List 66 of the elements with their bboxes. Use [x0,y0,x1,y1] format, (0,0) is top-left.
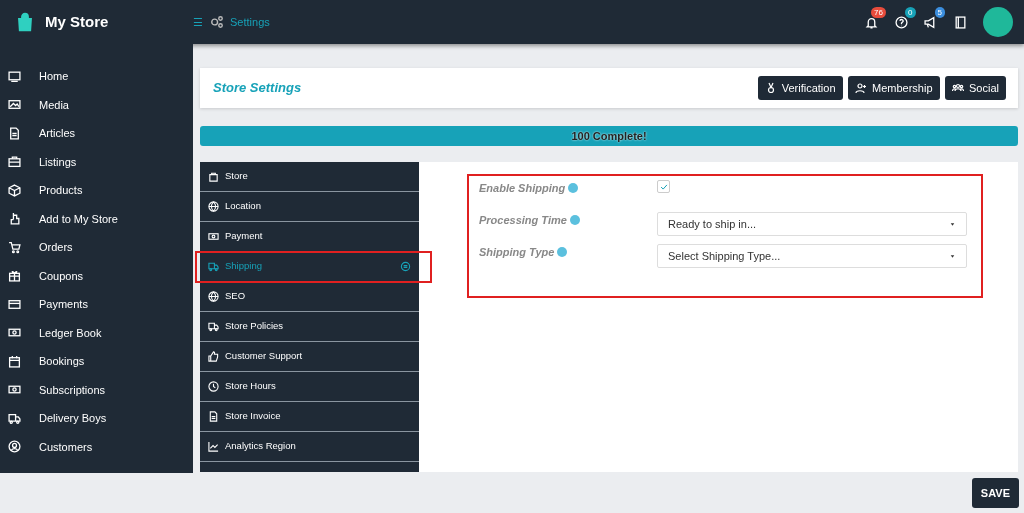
user-circle-icon [8,440,21,454]
count-badge: 76 [871,6,886,18]
clock-icon [208,381,219,392]
sidebar-item[interactable]: Orders [0,233,193,262]
select-field[interactable]: Ready to ship in... [657,212,967,236]
sidebar-item[interactable]: Coupons [0,261,193,290]
count-badge: 5 [934,6,945,18]
save-button[interactable]: SAVE [971,477,1019,509]
gears-icon [208,15,225,29]
bag-icon [208,171,219,182]
sidebar-item[interactable]: Delivery Boys [0,404,193,433]
globe-icon [208,291,219,302]
shopping-bag-icon [16,11,34,33]
sidebar-item[interactable]: Payments [0,290,193,319]
sidebar-item[interactable]: Listings [0,147,193,176]
cart-icon [8,240,21,254]
document-icon [208,411,219,422]
caret-icon [949,220,956,228]
monitor-icon [8,69,21,83]
document-icon [8,126,21,140]
brand-title: My Store [45,11,109,32]
progress-label: 100 Complete! [570,128,648,144]
user-plus-icon [855,82,867,94]
sidebar-item[interactable]: Add to My Store [0,204,193,233]
sidebar-item[interactable]: Home [0,62,193,91]
globe-icon [208,201,219,212]
thumbs-up-icon [208,351,219,362]
users-icon [952,82,965,94]
count-badge: 0 [905,6,916,18]
field-label: Shipping Type [479,245,555,260]
checkbox[interactable] [657,180,670,193]
sidebar-item[interactable]: Media [0,90,193,119]
question-icon [894,16,908,30]
sidebar-item[interactable]: Subscriptions [0,375,193,404]
menu-icon[interactable]: ☰ [193,13,203,31]
field-label: Processing Time [479,213,567,228]
page-title: Store Settings [213,79,302,98]
sidebar-item[interactable]: Products [0,176,193,205]
banknote-icon [208,231,219,242]
header-button[interactable]: Membership [848,75,940,101]
select-field[interactable]: Select Shipping Type... [657,244,967,268]
field-label: Enable Shipping [479,181,566,196]
header-button[interactable]: Social [945,75,1006,101]
breadcrumb-link[interactable]: Settings [230,13,270,31]
avatar[interactable] [983,7,1013,37]
truck-icon [208,261,219,272]
caret-icon [949,252,956,260]
image-icon [8,98,21,112]
cube-icon [8,183,21,197]
calendar-icon [8,354,21,368]
header-button[interactable]: Verification [757,75,843,101]
settings-menu-item[interactable]: Location [200,192,419,222]
settings-menu-item[interactable]: SEO [200,282,419,312]
book-icon [953,16,967,30]
truck-icon [8,411,21,425]
megaphone-icon [924,16,937,30]
bell-icon [865,16,878,30]
credit-card-icon [8,297,21,311]
briefcase-icon [8,155,21,169]
sidebar-item[interactable]: Customers [0,432,193,461]
sidebar-item[interactable]: Articles [0,119,193,148]
truck-icon [208,321,219,332]
sidebar-item[interactable]: Ledger Book [0,318,193,347]
chart-icon [208,441,219,452]
sidebar-item[interactable]: Bookings [0,347,193,376]
gift-icon [8,269,21,283]
